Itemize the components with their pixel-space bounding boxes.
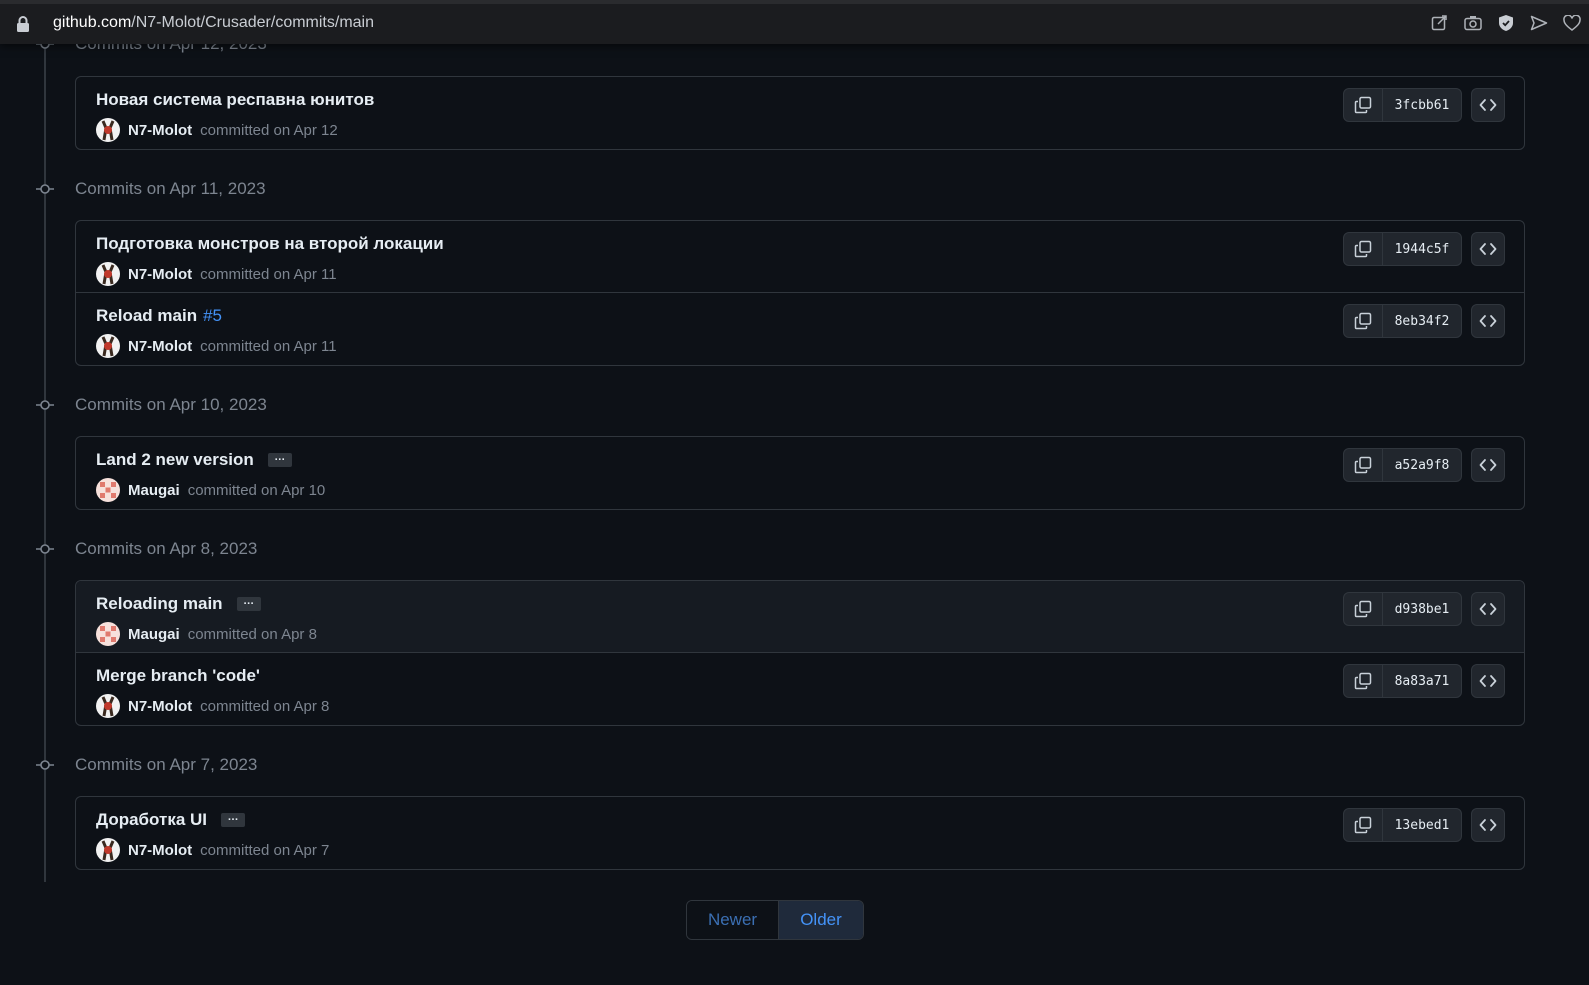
code-icon (1479, 603, 1497, 615)
commit-title-link[interactable]: Доработка UI (96, 810, 207, 830)
pull-request-link[interactable]: #5 (203, 306, 222, 326)
commit-date-text: committed on Apr 10 (187, 481, 326, 499)
avatar[interactable] (96, 262, 120, 286)
avatar[interactable] (96, 838, 120, 862)
older-button[interactable]: Older (779, 901, 863, 939)
commit-sha-link[interactable]: 8eb34f2 (1383, 305, 1461, 337)
copy-sha-button[interactable] (1344, 809, 1383, 841)
browse-repo-button[interactable] (1471, 448, 1505, 482)
commit-title-link[interactable]: Подготовка монстров на второй локации (96, 234, 444, 254)
commit-row: Доработка UI … N7-Molot committed on Apr … (76, 797, 1524, 869)
code-icon (1479, 459, 1497, 471)
commit-group-heading: Commits on Apr 11, 2023 (75, 179, 266, 198)
send-icon[interactable] (1529, 13, 1548, 32)
commit-date-text: committed on Apr 7 (200, 841, 330, 859)
commit-date-text: committed on Apr 11 (200, 337, 337, 355)
commit-row: Merge branch 'code' N7-Molot committed o… (76, 653, 1524, 725)
commit-sha-link[interactable]: d938be1 (1383, 593, 1461, 625)
commit-author-link[interactable]: N7-Molot (128, 338, 192, 355)
commit-date-text: committed on Apr 8 (200, 697, 330, 715)
commit-group-list: Land 2 new version … Maugai committed on … (75, 436, 1525, 510)
copy-icon (1354, 96, 1372, 114)
commit-sha-link[interactable]: 1944c5f (1383, 233, 1461, 265)
copy-sha-button[interactable] (1344, 89, 1383, 121)
copy-icon (1354, 816, 1372, 834)
commit-author-link[interactable]: N7-Molot (128, 266, 192, 283)
avatar[interactable] (96, 478, 120, 502)
browse-repo-button[interactable] (1471, 88, 1505, 122)
browse-repo-button[interactable] (1471, 592, 1505, 626)
newer-button[interactable]: Newer (687, 901, 779, 939)
address-url[interactable]: github.com/N7-Molot/Crusader/commits/mai… (53, 14, 374, 32)
expand-message-button[interactable]: … (267, 452, 292, 467)
commit-group-list: Подготовка монстров на второй локации N7… (75, 220, 1525, 366)
expand-message-button[interactable]: … (221, 812, 246, 827)
code-icon (1479, 243, 1497, 255)
commit-row: Reloading main … Maugai committed on Apr … (76, 581, 1524, 653)
browse-repo-button[interactable] (1471, 808, 1505, 842)
commit-group-heading: Commits on Apr 8, 2023 (75, 539, 258, 558)
avatar[interactable] (96, 118, 120, 142)
commit-sha-link[interactable]: 13ebed1 (1383, 809, 1461, 841)
commit-group-list: Новая система респавна юнитов N7-Molot c… (75, 76, 1525, 150)
browser-address-bar: github.com/N7-Molot/Crusader/commits/mai… (0, 0, 1589, 44)
commit-author-link[interactable]: N7-Molot (128, 842, 192, 859)
copy-sha-button[interactable] (1344, 665, 1383, 697)
lock-icon (17, 16, 29, 32)
code-icon (1479, 315, 1497, 327)
commit-row: Reload main #5 N7-Molot committed on Apr … (76, 293, 1524, 365)
avatar[interactable] (96, 622, 120, 646)
copy-icon (1354, 456, 1372, 474)
copy-icon (1354, 600, 1372, 618)
code-icon (1479, 99, 1497, 111)
avatar[interactable] (96, 694, 120, 718)
commit-group-list: Доработка UI … N7-Molot committed on Apr … (75, 796, 1525, 870)
avatar[interactable] (96, 334, 120, 358)
browse-repo-button[interactable] (1471, 304, 1505, 338)
commit-group-icon (36, 760, 54, 770)
commit-group-icon (36, 184, 54, 194)
commit-date-text: committed on Apr 11 (200, 265, 337, 283)
code-icon (1479, 675, 1497, 687)
copy-icon (1354, 672, 1372, 690)
commit-title-link[interactable]: Reloading main (96, 594, 223, 614)
commit-row: Land 2 new version … Maugai committed on … (76, 437, 1524, 509)
copy-icon (1354, 312, 1372, 330)
commit-sha-link[interactable]: 3fcbb61 (1383, 89, 1461, 121)
commit-group-icon (36, 400, 54, 410)
commit-author-link[interactable]: N7-Molot (128, 122, 192, 139)
commit-title-link[interactable]: Новая система респавна юнитов (96, 90, 374, 110)
camera-icon[interactable] (1463, 13, 1482, 32)
commit-group-list: Reloading main … Maugai committed on Apr … (75, 580, 1525, 726)
commit-author-link[interactable]: Maugai (128, 626, 180, 643)
expand-message-button[interactable]: … (236, 596, 261, 611)
commit-group-heading: Commits on Apr 7, 2023 (75, 755, 258, 774)
copy-sha-button[interactable] (1344, 305, 1383, 337)
commit-group-heading: Commits on Apr 10, 2023 (75, 395, 267, 414)
commit-row: Новая система респавна юнитов N7-Molot c… (76, 77, 1524, 149)
copy-sha-button[interactable] (1344, 233, 1383, 265)
heart-icon[interactable] (1562, 13, 1581, 32)
commit-row: Подготовка монстров на второй локации N7… (76, 221, 1524, 293)
browse-repo-button[interactable] (1471, 232, 1505, 266)
commit-title-link[interactable]: Merge branch 'code' (96, 666, 260, 686)
commit-date-text: committed on Apr 12 (200, 121, 338, 139)
pagination: Newer Older (686, 900, 864, 940)
commit-title-link[interactable]: Reload main (96, 306, 197, 326)
commit-sha-link[interactable]: 8a83a71 (1383, 665, 1461, 697)
commit-group-icon (36, 544, 54, 554)
copy-icon (1354, 240, 1372, 258)
commit-date-text: committed on Apr 8 (187, 625, 317, 643)
code-icon (1479, 819, 1497, 831)
commit-title-link[interactable]: Land 2 new version (96, 450, 254, 470)
commit-author-link[interactable]: Maugai (128, 482, 180, 499)
commit-sha-link[interactable]: a52a9f8 (1383, 449, 1461, 481)
copy-sha-button[interactable] (1344, 449, 1383, 481)
shield-icon[interactable] (1496, 13, 1515, 32)
copy-sha-button[interactable] (1344, 593, 1383, 625)
browse-repo-button[interactable] (1471, 664, 1505, 698)
edit-share-icon[interactable] (1430, 13, 1449, 32)
commit-author-link[interactable]: N7-Molot (128, 698, 192, 715)
